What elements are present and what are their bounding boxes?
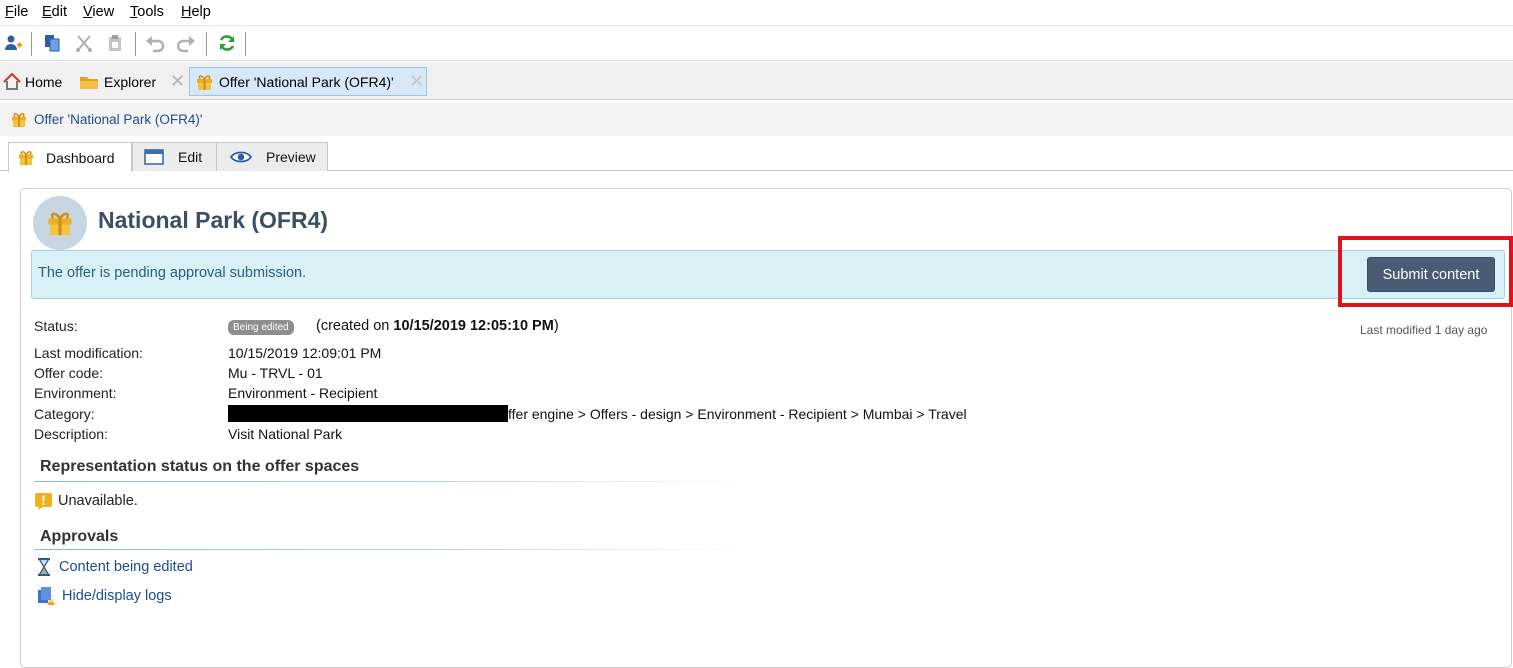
representation-section-title: Representation status on the offer space… xyxy=(40,458,360,475)
offer-code-value: Mu - TRVL - 01 xyxy=(228,365,323,381)
tab-offer-label: Offer 'National Park (OFR4)' xyxy=(219,73,394,90)
workspace-tab-strip: Home Explorer ✕ Offer 'National Park (OF… xyxy=(0,62,1513,100)
menu-help[interactable]: Help xyxy=(181,4,211,20)
cut-icon[interactable] xyxy=(72,29,96,57)
tab-edit[interactable]: Edit xyxy=(132,142,217,171)
gift-icon xyxy=(47,209,73,237)
category-label: Category: xyxy=(34,406,95,422)
description-label: Description: xyxy=(34,426,108,442)
toolbar-separator xyxy=(135,32,136,56)
last-modification-label: Last modification: xyxy=(34,345,143,361)
status-label: Status: xyxy=(34,318,78,334)
highlight-box xyxy=(1338,236,1513,307)
tab-offer-national-park[interactable]: Offer 'National Park (OFR4)' xyxy=(189,67,427,96)
last-modified-relative: Last modified 1 day ago xyxy=(1360,323,1488,337)
hide-display-logs-label: Hide/display logs xyxy=(62,588,172,604)
undo-icon[interactable] xyxy=(143,29,167,57)
add-user-icon[interactable] xyxy=(1,29,25,57)
tab-preview-label: Preview xyxy=(266,149,316,165)
representation-status: Unavailable. xyxy=(34,492,138,510)
tab-home-label: Home xyxy=(25,73,63,90)
environment-label: Environment: xyxy=(34,385,117,401)
gift-icon xyxy=(196,73,213,91)
gift-icon xyxy=(11,111,27,128)
gift-icon xyxy=(18,149,34,166)
breadcrumb-offer-link[interactable]: Offer 'National Park (OFR4)' xyxy=(34,112,202,127)
paste-icon[interactable] xyxy=(103,29,127,57)
breadcrumb: Offer 'National Park (OFR4)' xyxy=(0,103,1513,136)
representation-status-text: Unavailable. xyxy=(58,493,138,509)
menu-edit[interactable]: Edit xyxy=(42,4,67,20)
offer-subtabs: Dashboard Edit Preview xyxy=(0,137,1513,172)
banner-message: The offer is pending approval submission… xyxy=(38,265,307,281)
folder-icon xyxy=(79,74,99,90)
tab-preview[interactable]: Preview xyxy=(216,142,328,171)
section-divider xyxy=(34,549,744,550)
logs-icon xyxy=(37,586,55,606)
home-icon xyxy=(3,73,21,90)
last-modification-value: 10/15/2019 12:09:01 PM xyxy=(228,345,382,361)
menu-view[interactable]: View xyxy=(83,4,114,20)
created-on-text: (created on 10/15/2019 12:05:10 PM) xyxy=(316,318,559,334)
tab-explorer[interactable]: Explorer xyxy=(79,67,156,96)
tab-dashboard[interactable]: Dashboard xyxy=(8,142,132,172)
content-being-edited-label: Content being edited xyxy=(59,559,193,575)
copy-icon[interactable] xyxy=(40,29,64,57)
section-divider xyxy=(34,481,744,482)
redo-icon[interactable] xyxy=(174,29,198,57)
hide-display-logs-link[interactable]: Hide/display logs xyxy=(37,586,172,606)
menu-tools[interactable]: Tools xyxy=(130,4,164,20)
hourglass-icon xyxy=(37,558,51,576)
refresh-icon[interactable] xyxy=(215,29,239,57)
content-being-edited-link[interactable]: Content being edited xyxy=(37,558,193,576)
warning-icon xyxy=(34,492,53,510)
tab-explorer-label: Explorer xyxy=(104,73,157,90)
toolbar xyxy=(0,25,1513,61)
approvals-section-title: Approvals xyxy=(40,528,119,545)
close-icon[interactable]: ✕ xyxy=(409,71,425,91)
eye-icon xyxy=(230,150,252,164)
menu-bar: File Edit View Tools Help xyxy=(0,0,1513,25)
category-value: ffer engine > Offers - design > Environm… xyxy=(508,406,967,422)
toolbar-separator xyxy=(31,32,32,56)
description-value: Visit National Park xyxy=(228,426,343,442)
status-badge: Being edited xyxy=(228,320,294,335)
tab-dashboard-label: Dashboard xyxy=(46,149,115,166)
offer-avatar xyxy=(33,196,87,250)
tab-home[interactable]: Home xyxy=(3,67,62,96)
close-icon[interactable]: ✕ xyxy=(170,71,186,91)
environment-value: Environment - Recipient xyxy=(228,385,378,401)
toolbar-separator xyxy=(206,32,207,56)
offer-code-label: Offer code: xyxy=(34,365,104,381)
tab-edit-label: Edit xyxy=(178,149,203,165)
window-icon xyxy=(144,149,164,165)
created-date: 10/15/2019 12:05:10 PM xyxy=(393,318,554,334)
redacted-block xyxy=(228,405,508,422)
offer-title: National Park (OFR4) xyxy=(98,207,329,233)
menu-file[interactable]: File xyxy=(5,4,28,20)
toolbar-separator xyxy=(245,32,246,56)
